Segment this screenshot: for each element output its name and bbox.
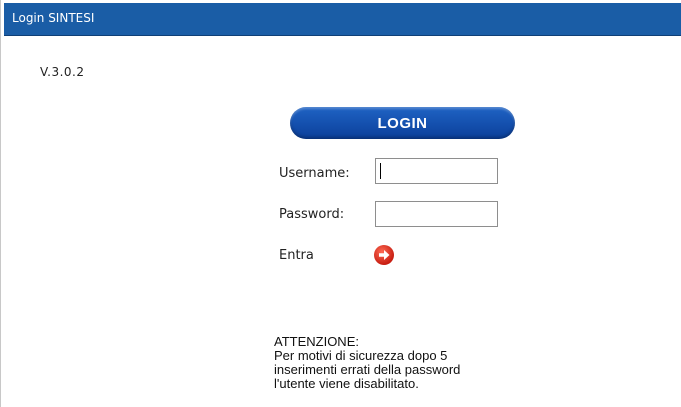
window-edge (0, 0, 1, 407)
text-cursor (380, 163, 381, 179)
login-banner-label: LOGIN (377, 115, 428, 132)
username-label: Username: (279, 166, 350, 181)
notice-line: l'utente viene disabilitato. (274, 376, 419, 391)
title-bar: Login SINTESI (4, 3, 681, 36)
username-input[interactable] (375, 158, 498, 184)
login-page: Login SINTESI V.3.0.2 LOGIN Username: Pa… (0, 0, 681, 407)
password-input[interactable] (375, 201, 498, 227)
submit-label: Entra (279, 248, 314, 263)
notice-line: inserimenti errati della password (274, 362, 461, 377)
page-title: Login SINTESI (12, 11, 95, 25)
notice-line: Per motivi di sicurezza dopo 5 (274, 348, 448, 363)
login-banner: LOGIN (290, 107, 515, 139)
submit-button[interactable] (374, 245, 394, 265)
notice-heading: ATTENZIONE: (274, 334, 359, 349)
arrow-right-icon (379, 250, 390, 260)
version-label: V.3.0.2 (40, 65, 85, 79)
password-label: Password: (279, 207, 345, 222)
security-notice: ATTENZIONE: Per motivi di sicurezza dopo… (274, 335, 534, 391)
